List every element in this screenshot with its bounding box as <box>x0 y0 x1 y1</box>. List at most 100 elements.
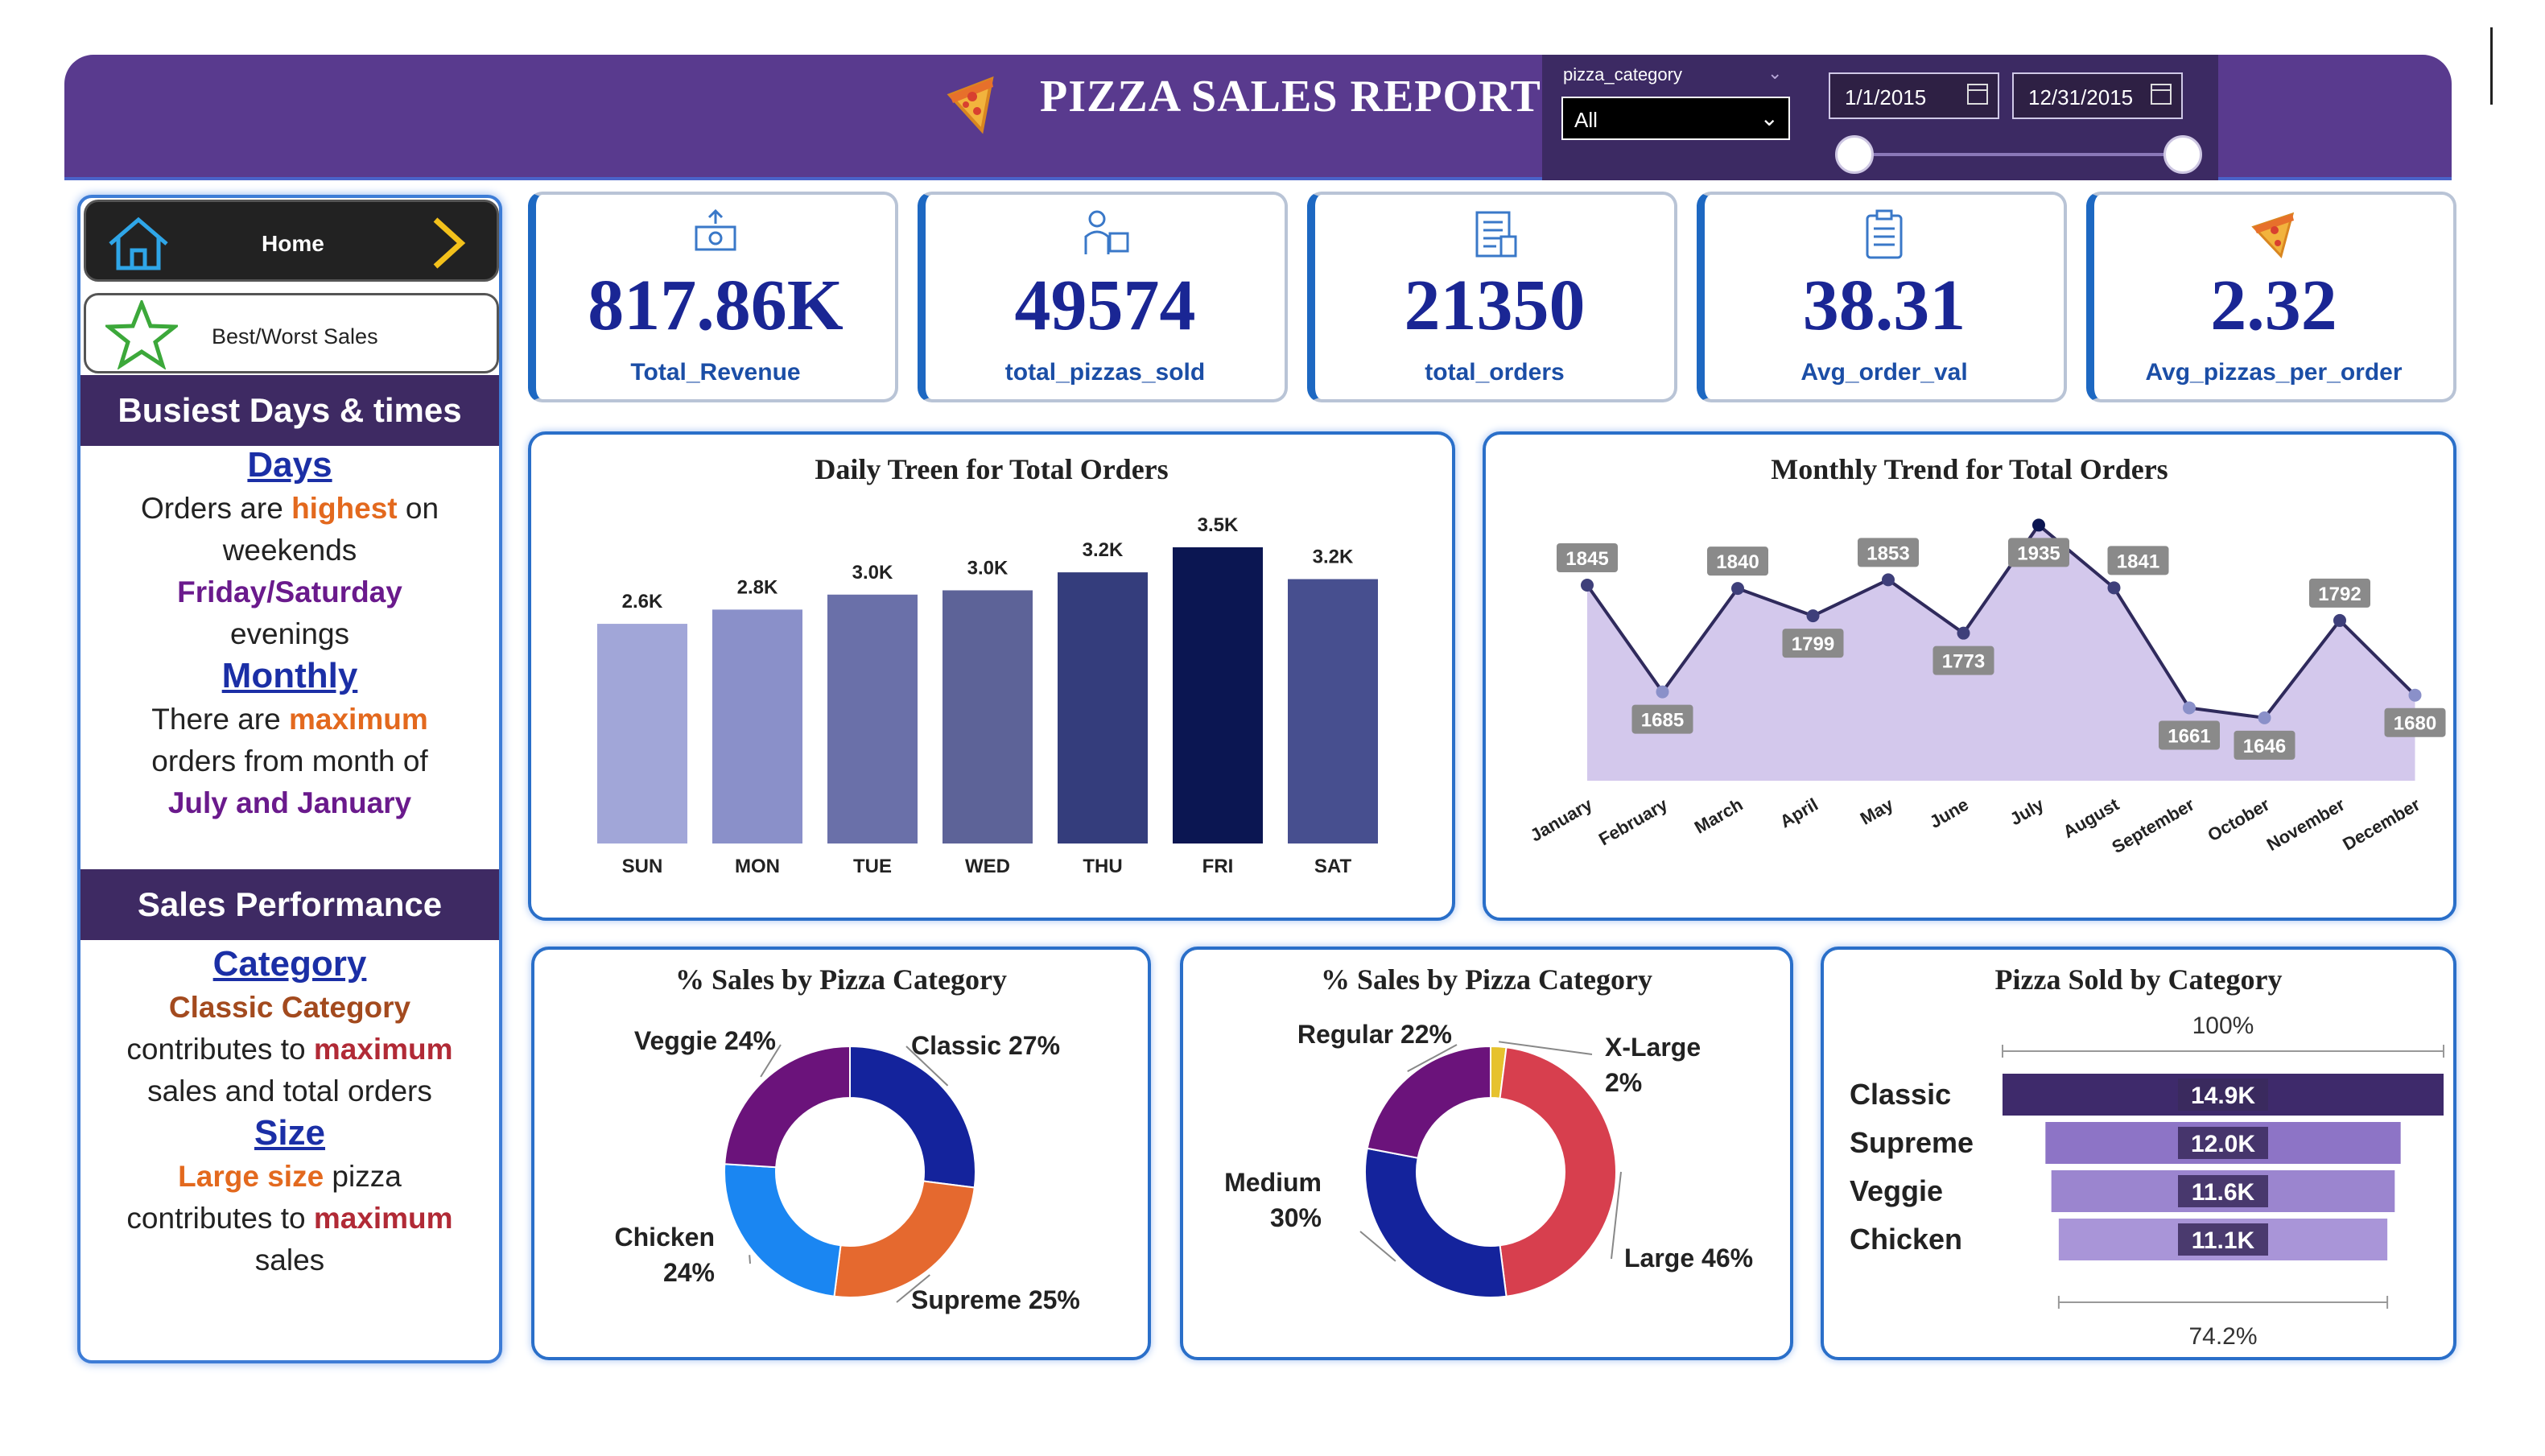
x-tick-label: January <box>1527 794 1596 845</box>
slice-label: Chicken <box>615 1223 715 1252</box>
calendar-icon[interactable] <box>1967 84 1988 105</box>
category-text: sales and total orders <box>147 1074 432 1107</box>
slice-label-value: 30% <box>1270 1203 1322 1232</box>
size-text: sales <box>254 1244 325 1277</box>
donut-slice <box>724 1045 851 1169</box>
date-range-slider-track[interactable] <box>1854 153 2184 156</box>
nav-home-button[interactable]: Home <box>84 200 499 282</box>
nav-best-worst-label: Best/Worst Sales <box>212 324 378 349</box>
data-point <box>1656 685 1669 699</box>
chevron-down-icon: ⌄ <box>1759 105 1779 130</box>
days-text: weekends <box>222 534 357 567</box>
bar <box>943 590 1033 843</box>
data-label: 1841 <box>2117 551 2159 572</box>
bar-value-label: 3.2K <box>1313 547 1354 568</box>
nav-best-worst-button[interactable]: Best/Worst Sales <box>84 293 499 373</box>
donut-slice <box>724 1163 842 1297</box>
monthly-orders-chart: 1845 January 1685 February 1840 March 1799 Apri… <box>1527 518 2446 857</box>
clipboard-icon <box>1864 209 1904 263</box>
delivery-icon <box>1079 209 1131 262</box>
home-icon <box>104 213 173 277</box>
pizza-slice-icon <box>942 72 1008 141</box>
kpi-card-total-pizzas-sold: 49574 total_pizzas_sold <box>918 192 1288 402</box>
slice-label: Regular 22% <box>1297 1020 1452 1049</box>
data-label: 1685 <box>1641 710 1684 732</box>
slicer-collapse-chevron-icon[interactable]: ⌄ <box>1767 63 1782 84</box>
pizza-sold-by-category-panel: Pizza Sold by Category 100% 14.9K Classic 1… <box>1821 947 2456 1360</box>
category-sales-donut-panel: % Sales by Pizza Category Classic 27% Sup… <box>531 947 1151 1360</box>
data-label: 1845 <box>1565 548 1608 570</box>
kpi-value: 2.32 <box>2210 266 2337 345</box>
funnel-bar-label: 14.9K <box>2191 1083 2255 1109</box>
days-highlight: Friday/Saturday <box>177 575 402 608</box>
x-tick-label: SUN <box>622 856 663 877</box>
monthly-highlight: maximum <box>288 703 428 736</box>
daily-orders-chart: 2.6K SUN 2.8K MON 3.0K TUE 3.0K WED 3.2K THU 3.5K F… <box>597 514 1378 877</box>
category-sales-donut: Classic 27% Supreme 25% Chicken 24% Veggie 2… <box>615 1026 1080 1314</box>
slice-label: Supreme 25% <box>911 1285 1080 1314</box>
start-date-input[interactable]: 1/1/2015 <box>1829 72 1999 119</box>
kpi-card-total-orders: 21350 total_orders <box>1307 192 1677 402</box>
calendar-icon[interactable] <box>2151 84 2172 105</box>
size-subheading: Size <box>254 1113 326 1153</box>
data-label: 1799 <box>1792 633 1834 655</box>
x-tick-label: May <box>1857 794 1897 828</box>
x-tick-label: SAT <box>1314 856 1352 877</box>
x-tick-label: February <box>1595 794 1672 849</box>
x-tick-label: November <box>2263 794 2349 855</box>
size-highlight: maximum <box>313 1202 453 1235</box>
category-highlight: maximum <box>313 1033 453 1066</box>
data-label: 1853 <box>1866 542 1909 564</box>
monthly-text: orders from month of <box>151 744 428 777</box>
data-point <box>2408 688 2422 702</box>
date-range-end-handle[interactable] <box>2163 135 2202 174</box>
funnel-bar-label: 12.0K <box>2191 1131 2255 1157</box>
bar-value-label: 2.6K <box>622 591 663 613</box>
end-date-value: 12/31/2015 <box>2028 85 2134 109</box>
slice-label: Classic 27% <box>911 1031 1060 1060</box>
kpi-value: 817.86K <box>588 266 844 345</box>
funnel-category-label: Classic <box>1850 1078 1951 1111</box>
bar-value-label: 3.2K <box>1083 539 1124 561</box>
end-date-input[interactable]: 12/31/2015 <box>2012 72 2183 119</box>
days-text: Orders are <box>140 492 292 525</box>
x-tick-label: FRI <box>1202 856 1234 877</box>
bar <box>712 609 802 843</box>
data-point <box>2333 613 2346 627</box>
donut-slice <box>1364 1147 1508 1298</box>
data-label: 1661 <box>2168 725 2210 747</box>
donut-slice <box>849 1045 976 1189</box>
x-tick-label: September <box>2109 794 2198 857</box>
bar-value-label: 3.0K <box>852 562 893 584</box>
kpi-value: 21350 <box>1404 266 1586 345</box>
kpi-label: Avg_pizzas_per_order <box>2145 359 2403 386</box>
page-edge-line <box>2490 27 2493 105</box>
monthly-highlight: July and January <box>167 786 412 819</box>
kpi-value: 49574 <box>1014 266 1196 345</box>
sales-insights: Category Classic Category contributes to… <box>80 943 499 1281</box>
slice-label: Large 46% <box>1624 1244 1753 1272</box>
bar <box>827 594 918 843</box>
pizza-category-slicer-label: pizza_category <box>1563 64 1682 85</box>
days-subheading: Days <box>247 445 332 485</box>
kpi-label: total_pizzas_sold <box>1004 359 1206 386</box>
kpi-card-total-revenue: 817.86K Total_Revenue <box>528 192 898 402</box>
kpi-label: Total_Revenue <box>630 359 801 386</box>
bar <box>597 624 687 843</box>
bar-value-label: 3.5K <box>1198 514 1239 536</box>
monthly-orders-chart-panel: Monthly Trend for Total Orders 1845 Janua… <box>1483 431 2456 921</box>
size-highlight: Large size <box>178 1160 324 1193</box>
data-point <box>2258 711 2271 724</box>
days-text: on <box>397 492 439 525</box>
data-point <box>1882 573 1895 587</box>
pizza-sold-funnel: 100% 14.9K Classic 12.0K Supreme 11.6K Veggie 1… <box>1850 1013 2444 1350</box>
data-point <box>2032 518 2045 532</box>
funnel-category-label: Veggie <box>1850 1174 1943 1207</box>
funnel-category-label: Supreme <box>1850 1126 1974 1159</box>
report-title: PIZZA SALES REPORT <box>1040 72 1541 122</box>
pizza-category-dropdown[interactable]: All ⌄ <box>1561 97 1790 140</box>
date-range-start-handle[interactable] <box>1835 135 1874 174</box>
data-label: 1840 <box>1716 551 1759 573</box>
slice-label: X-Large <box>1605 1033 1701 1062</box>
data-label: 1680 <box>2394 713 2436 735</box>
